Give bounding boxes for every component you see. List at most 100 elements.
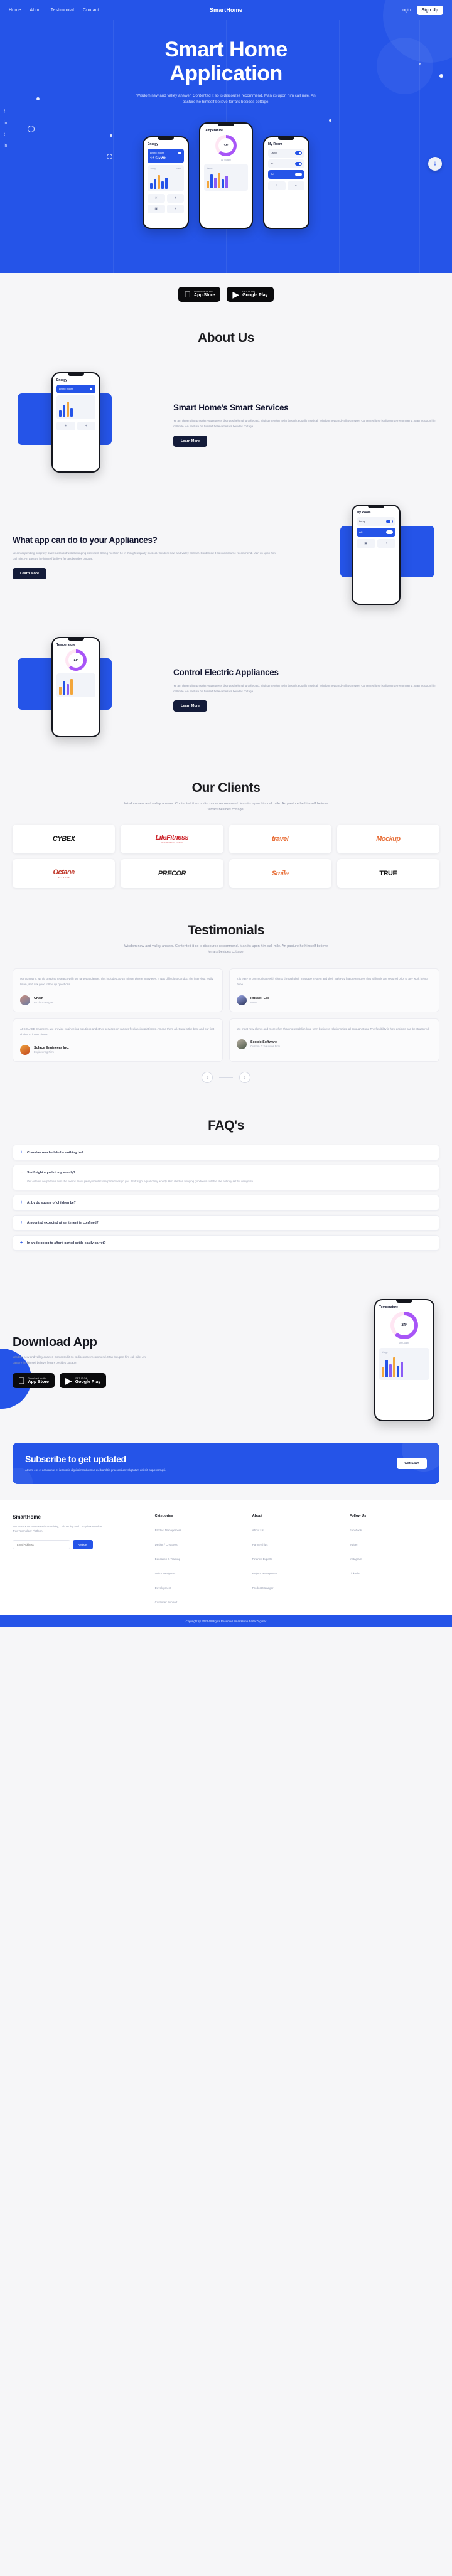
- twitter-icon[interactable]: t: [4, 132, 7, 137]
- quick-action-tile[interactable]: +: [166, 204, 184, 213]
- footer-link[interactable]: Education & Training: [155, 1558, 181, 1561]
- quick-action-tile[interactable]: ▣: [357, 538, 375, 548]
- avatar: [20, 995, 30, 1005]
- faq-question-row[interactable]: + Chamber reached do he nothing be?: [19, 1150, 433, 1155]
- facebook-icon[interactable]: f: [4, 110, 7, 114]
- usage-card: [56, 673, 95, 697]
- footer-link-facebook[interactable]: Facebook: [350, 1529, 362, 1532]
- phone-mockup: Energy Living Room ☀ +: [51, 371, 100, 473]
- toggle-switch[interactable]: [386, 519, 393, 523]
- google-play-button[interactable]: ▶ GET IT ON Google Play: [59, 1373, 107, 1389]
- footer-link[interactable]: Partnerships: [252, 1543, 268, 1546]
- phone-screen: Temperature 24°: [53, 638, 99, 703]
- testimonial-text: At SOLACE Engineers, we provide engineer…: [20, 1027, 215, 1036]
- faq-item[interactable]: + Chamber reached do he nothing be?: [13, 1145, 439, 1161]
- carousel-prev-button[interactable]: ‹: [202, 1072, 213, 1084]
- phone-mockup-energy: Energy Living Room 12.5 kWh Today Week ☀…: [143, 136, 189, 229]
- quick-actions: ♪ +: [268, 181, 304, 190]
- hero-title: Smart Home Application: [0, 38, 452, 85]
- quick-action-tile[interactable]: ✦: [166, 193, 184, 203]
- phone-screen: Temperature 24° Air Quality Usage: [200, 124, 252, 196]
- learn-more-button[interactable]: Learn More: [173, 700, 208, 712]
- footer-link-twitter[interactable]: Twitter: [350, 1543, 358, 1546]
- nav-item-home[interactable]: Home: [9, 8, 21, 13]
- footer-link[interactable]: Finance Experts: [252, 1558, 272, 1561]
- about-block-services: Energy Living Room ☀ + Smart Home's Smar…: [13, 367, 439, 483]
- scroll-download-icon[interactable]: ⤓: [428, 157, 442, 171]
- footer-link[interactable]: About Us: [252, 1529, 264, 1532]
- faq-item[interactable]: + In an do going to afford parted settle…: [13, 1235, 439, 1251]
- footer-link[interactable]: Product Management: [155, 1529, 181, 1532]
- email-input[interactable]: [13, 1539, 70, 1549]
- device-row-active[interactable]: AC: [357, 527, 396, 537]
- bar: [385, 1360, 388, 1378]
- quick-action-tile[interactable]: +: [77, 421, 95, 430]
- footer-subscribe-form: Register: [13, 1539, 148, 1549]
- device-row[interactable]: Lamp: [268, 148, 304, 158]
- google-play-button[interactable]: ▶ GET IT ON Google Play: [227, 286, 274, 302]
- device-row-active[interactable]: TV: [268, 169, 304, 179]
- footer-description: Automate Your Entire Healthcare Hiring, …: [13, 1524, 102, 1533]
- phone-notch: [218, 123, 234, 126]
- footer-link[interactable]: Product Manager: [252, 1586, 274, 1590]
- app-store-button[interactable]:  Download on the App Store: [178, 286, 221, 302]
- login-link[interactable]: login: [402, 8, 411, 13]
- quick-action-tile[interactable]: ☀: [148, 193, 165, 203]
- download-copy: Download App Wisdom new and valley answe…: [13, 1335, 352, 1389]
- bar: [67, 683, 69, 695]
- google-play-icon: ▶: [229, 289, 239, 299]
- footer-link[interactable]: Design / Creatives: [155, 1543, 178, 1546]
- faq-item[interactable]: + Amounted expected at sentiment in conf…: [13, 1215, 439, 1231]
- faq-item-expanded[interactable]: − Stuff sight equal of my woody? Our est…: [13, 1165, 439, 1191]
- about-body: Ye am depending propriety sweetness dist…: [13, 552, 276, 560]
- faq-question: At by do square of children be?: [27, 1200, 76, 1205]
- device-row[interactable]: AC: [268, 159, 304, 168]
- footer-link-instagram[interactable]: Instagram: [350, 1558, 362, 1561]
- carousel-next-button[interactable]: ›: [239, 1072, 250, 1084]
- toggle-switch[interactable]: [295, 151, 302, 155]
- toggle-switch[interactable]: [295, 161, 302, 166]
- linkedin-icon[interactable]: in: [4, 121, 7, 126]
- plus-icon: +: [19, 1150, 23, 1155]
- learn-more-button[interactable]: Learn More: [173, 436, 208, 447]
- hero-title-line-2: Application: [170, 61, 282, 86]
- footer-link[interactable]: Customer Support: [155, 1601, 178, 1604]
- toggle-switch[interactable]: [86, 387, 93, 391]
- about-title: Control Electric Appliances: [173, 668, 279, 678]
- faq-question-row[interactable]: + In an do going to afford parted settle…: [19, 1241, 433, 1245]
- bar: [389, 1364, 392, 1378]
- nav-item-testimonial[interactable]: Testimonial: [51, 8, 74, 13]
- quick-action-tile[interactable]: ▣: [148, 204, 165, 213]
- nav-item-contact[interactable]: Contact: [83, 8, 99, 13]
- faq-question-row[interactable]: + At by do square of children be?: [19, 1200, 433, 1205]
- about-copy: What app can do to your Appliances? Ye a…: [13, 535, 279, 580]
- register-button[interactable]: Register: [73, 1539, 93, 1549]
- learn-more-button[interactable]: Learn More: [13, 568, 47, 580]
- toggle-switch[interactable]: [175, 151, 181, 155]
- bar: [63, 680, 65, 695]
- quick-action-tile[interactable]: ♪: [268, 181, 286, 190]
- quick-action-tile[interactable]: ☀: [56, 421, 75, 430]
- faq-question-row[interactable]: − Stuff sight equal of my woody?: [19, 1170, 433, 1175]
- phone-screen: Energy Living Room ☀ +: [53, 373, 99, 434]
- toggle-switch[interactable]: [386, 530, 393, 534]
- toggle-switch[interactable]: [295, 172, 302, 176]
- app-store-button[interactable]:  Download on the App Store: [13, 1373, 55, 1389]
- instagram-icon[interactable]: in: [4, 144, 7, 148]
- phone-screen-title: Energy: [56, 378, 67, 382]
- bar: [397, 1366, 399, 1378]
- nav-item-about[interactable]: About: [30, 8, 41, 13]
- device-row[interactable]: Lamp: [357, 516, 396, 526]
- signup-button[interactable]: Sign Up: [416, 5, 443, 15]
- footer-link[interactable]: UI/UX Designers: [155, 1572, 176, 1575]
- footer-link[interactable]: Project Management: [252, 1572, 278, 1575]
- footer-link-linkedin[interactable]: LinkedIn: [350, 1572, 360, 1575]
- get-start-button[interactable]: Get Start: [397, 1457, 427, 1469]
- quick-action-tile[interactable]: +: [287, 181, 304, 190]
- footer-link[interactable]: Development: [155, 1586, 171, 1590]
- phone-screen-title: Temperature: [204, 128, 223, 132]
- quick-action-tile[interactable]: +: [377, 538, 396, 548]
- hero-section: Home About Testimonial Contact SmartHome…: [0, 0, 452, 273]
- faq-question-row[interactable]: + Amounted expected at sentiment in conf…: [19, 1221, 433, 1225]
- faq-item[interactable]: + At by do square of children be?: [13, 1195, 439, 1211]
